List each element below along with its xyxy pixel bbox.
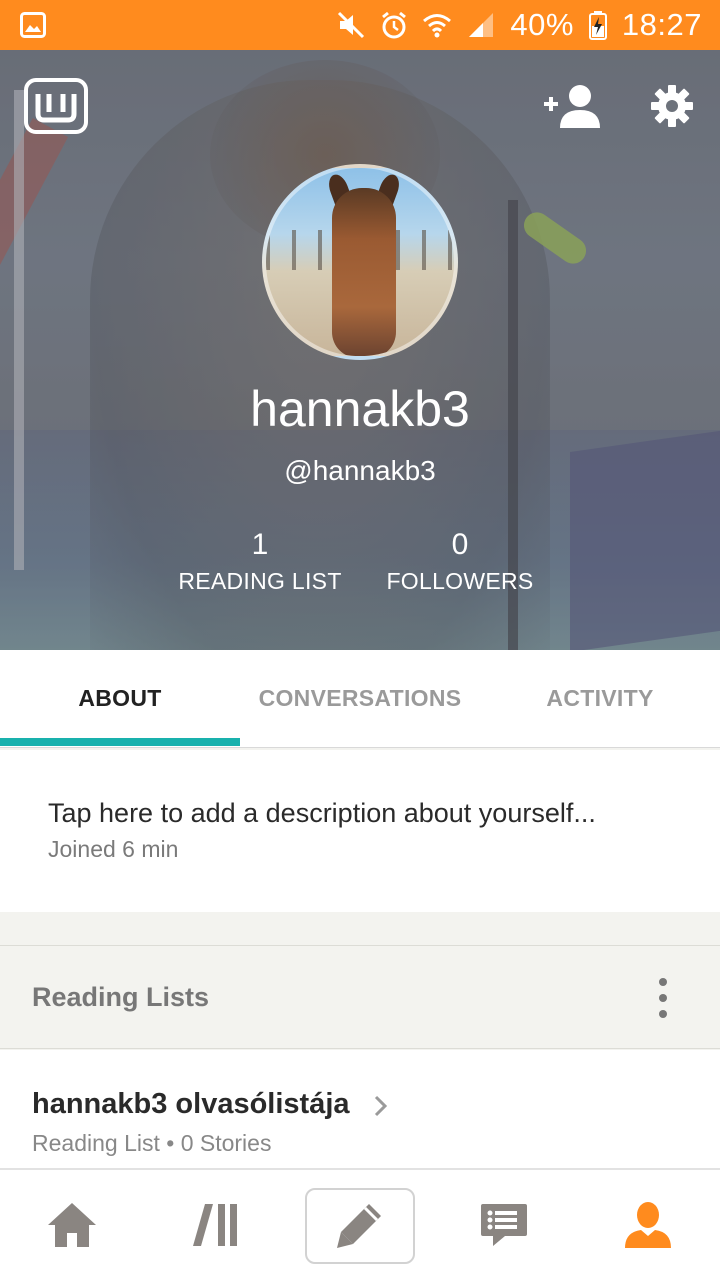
nav-profile[interactable] [576, 1170, 720, 1280]
write-icon [337, 1204, 381, 1248]
nav-home[interactable] [0, 1170, 144, 1280]
list-item[interactable]: hannakb3 olvasólistája Reading List • 0 … [0, 1050, 720, 1170]
alarm-icon [382, 11, 407, 39]
bottom-nav [0, 1168, 720, 1280]
joined-date: Joined 6 min [48, 836, 179, 862]
reading-lists-header: Reading Lists [0, 945, 720, 1049]
reading-list-stat[interactable]: 1 READING LIST [160, 528, 360, 595]
tab-about[interactable]: ABOUT [0, 650, 240, 746]
more-options-icon[interactable] [648, 978, 678, 1018]
nav-messages[interactable] [432, 1170, 576, 1280]
avatar-horse [332, 188, 396, 356]
messages-icon [481, 1204, 527, 1246]
battery-charging-icon [588, 11, 607, 40]
reading-list-name: hannakb3 olvasólistája [32, 1088, 350, 1120]
chevron-right-icon [374, 1095, 388, 1117]
about-card[interactable]: Tap here to add a description about your… [0, 750, 720, 912]
tab-activity[interactable]: ACTIVITY [480, 650, 720, 746]
followers-stat[interactable]: 0 FOLLOWERS [360, 528, 560, 595]
reading-list-label: READING LIST [178, 568, 342, 594]
profile-icon [625, 1202, 671, 1248]
display-name: hannakb3 [250, 381, 470, 437]
reading-list-meta: Reading List • 0 Stories [32, 1130, 272, 1156]
gear-icon[interactable] [650, 84, 694, 128]
library-icon [193, 1204, 237, 1246]
reading-lists-title: Reading Lists [32, 982, 210, 1012]
add-friend-icon[interactable] [542, 82, 602, 132]
reading-list-count: 1 [251, 528, 269, 561]
username: @hannakb3 [284, 455, 436, 486]
status-bar: 40% 18:27 [0, 0, 720, 50]
gallery-notification-icon [20, 12, 46, 38]
nav-library[interactable] [144, 1170, 288, 1280]
wattpad-w-icon [35, 94, 77, 123]
followers-label: FOLLOWERS [386, 568, 534, 594]
clock: 18:27 [621, 7, 702, 42]
battery-percent: 40% [510, 7, 574, 42]
profile-tabs: ABOUT CONVERSATIONS ACTIVITY [0, 650, 720, 748]
avatar[interactable] [262, 164, 458, 360]
nav-write[interactable] [288, 1170, 432, 1280]
description-placeholder[interactable]: Tap here to add a description about your… [48, 798, 596, 829]
wifi-icon [423, 14, 452, 38]
followers-count: 0 [451, 528, 469, 561]
mute-icon [338, 11, 365, 39]
home-icon [48, 1203, 96, 1247]
active-tab-indicator [0, 738, 240, 746]
signal-icon [469, 13, 494, 37]
tab-conversations[interactable]: CONVERSATIONS [240, 650, 480, 746]
profile-header: hannakb3 @hannakb3 1 READING LIST 0 FOLL… [0, 50, 720, 650]
wattpad-logo[interactable] [24, 78, 88, 134]
